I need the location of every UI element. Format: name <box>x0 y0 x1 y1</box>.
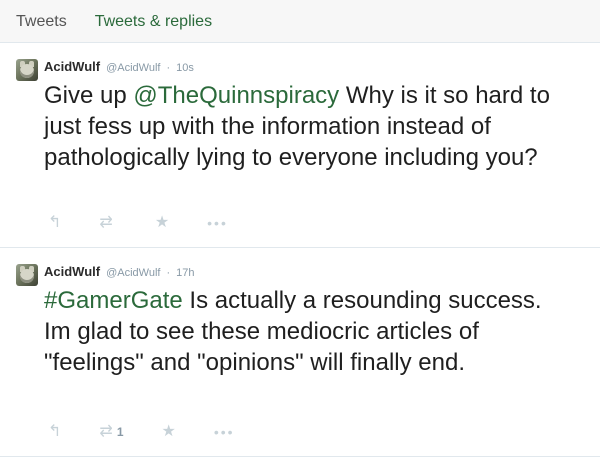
avatar-face <box>20 269 34 283</box>
tweet-time[interactable]: 17h <box>176 267 194 279</box>
tweet-text: Give up @TheQuinnspiracy Why is it so ha… <box>44 80 564 173</box>
user-handle[interactable]: @AcidWulf <box>106 62 160 74</box>
profile-tabs: Tweets Tweets & replies <box>0 0 600 43</box>
favorite-icon: ★ <box>161 423 176 440</box>
user-name[interactable]: AcidWulf <box>44 264 100 279</box>
retweet-count: 1 <box>116 425 124 439</box>
user-name[interactable]: AcidWulf <box>44 59 100 74</box>
more-icon: ••• <box>213 424 235 440</box>
tweet-item[interactable]: AcidWulf @AcidWulf · 10s Give up @TheQui… <box>0 43 600 248</box>
tweet-text: #GamerGate Is actually a resounding succ… <box>44 285 564 378</box>
favorite-icon: ★ <box>154 214 170 231</box>
favorite-button[interactable]: ★ <box>155 215 169 231</box>
avatar-face <box>20 64 34 78</box>
tweet-actions: ↰ ⇄ 1 ★ ••• <box>48 424 235 440</box>
favorite-button[interactable]: ★ <box>162 424 176 440</box>
retweet-button[interactable]: ⇄ 1 <box>99 424 123 440</box>
separator-dot: · <box>166 62 171 74</box>
hashtag-link[interactable]: #GamerGate <box>44 287 183 314</box>
tweet-text-before: Give up <box>44 82 134 109</box>
retweet-button[interactable]: ⇄ <box>99 215 116 231</box>
avatar[interactable] <box>16 59 38 81</box>
mention-link[interactable]: @TheQuinnspiracy <box>133 82 339 109</box>
more-button[interactable]: ••• <box>214 425 235 439</box>
retweet-icon: ⇄ <box>99 423 113 440</box>
reply-button[interactable]: ↰ <box>48 215 61 231</box>
user-handle[interactable]: @AcidWulf <box>106 267 160 279</box>
tab-tweets-replies[interactable]: Tweets & replies <box>95 0 212 43</box>
timeline-page: Tweets Tweets & replies AcidWulf @AcidWu… <box>0 0 600 457</box>
separator-dot: · <box>166 267 171 279</box>
tweet-header: AcidWulf @AcidWulf · 17h <box>44 264 576 279</box>
tweet-item[interactable]: AcidWulf @AcidWulf · 17h #GamerGate Is a… <box>0 248 600 457</box>
more-icon: ••• <box>207 215 228 231</box>
avatar[interactable] <box>16 264 38 286</box>
reply-icon: ↰ <box>48 423 62 440</box>
tweet-time[interactable]: 10s <box>176 62 194 74</box>
reply-icon: ↰ <box>48 214 62 231</box>
tab-tweets[interactable]: Tweets <box>16 0 67 43</box>
tweet-header: AcidWulf @AcidWulf · 10s <box>44 59 576 74</box>
reply-button[interactable]: ↰ <box>48 424 61 440</box>
retweet-icon: ⇄ <box>99 214 113 231</box>
more-button[interactable]: ••• <box>207 216 228 230</box>
tweet-actions: ↰ ⇄ ★ ••• <box>48 215 228 231</box>
